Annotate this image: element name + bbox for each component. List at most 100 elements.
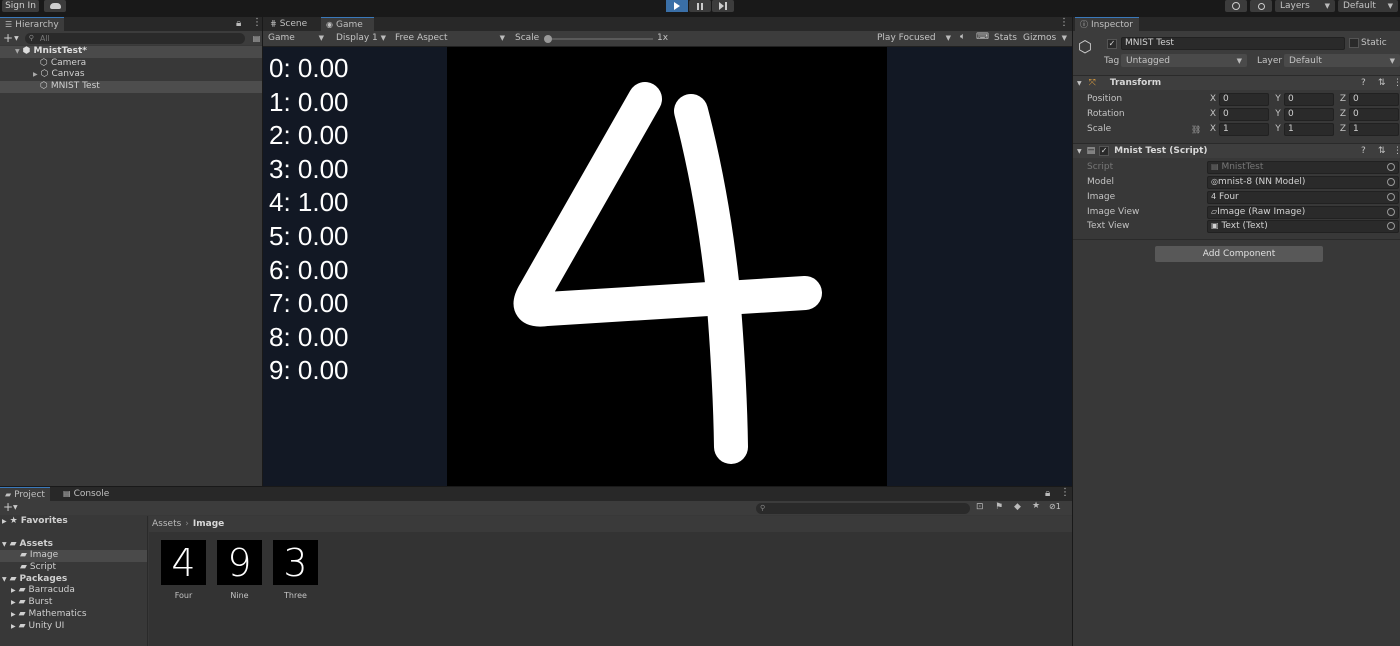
pause-button[interactable] bbox=[689, 0, 711, 12]
search-button[interactable] bbox=[1250, 0, 1272, 12]
layers-dropdown[interactable]: Layers ▼ bbox=[1275, 0, 1335, 12]
add-icon[interactable]: + bbox=[3, 31, 13, 45]
package-item-burst[interactable]: ▶ ▰ Burst bbox=[0, 597, 147, 609]
asset-item[interactable]: 4 Four bbox=[161, 540, 206, 600]
tab-project[interactable]: ▰ Project bbox=[0, 487, 50, 501]
preset-icon[interactable]: ⇅ bbox=[1378, 78, 1386, 88]
folder-item-image[interactable]: ▰ Image bbox=[0, 550, 147, 563]
sign-in-button[interactable]: Sign In bbox=[2, 0, 39, 12]
hierarchy-item-mnist-test[interactable]: ⬡ MNIST Test bbox=[0, 81, 262, 93]
panel-divider[interactable] bbox=[262, 17, 263, 486]
chevron-down-icon[interactable]: ▼ bbox=[13, 504, 18, 511]
panel-divider[interactable] bbox=[1072, 17, 1073, 646]
folder-item-script[interactable]: ▰ Script bbox=[0, 562, 147, 574]
script-component-header[interactable]: ▼ ▤ ✓ Mnist Test (Script) ? ⇅ ⋮ bbox=[1073, 143, 1400, 158]
image-view-field[interactable]: ▱Image (Raw Image) bbox=[1207, 205, 1399, 219]
breadcrumb-assets[interactable]: Assets bbox=[152, 519, 181, 529]
cloud-button[interactable] bbox=[44, 0, 66, 12]
scale-x-field[interactable]: 1 bbox=[1219, 122, 1269, 136]
stats-button[interactable]: Stats bbox=[994, 33, 1017, 43]
gizmos-dropdown[interactable]: Gizmos ▼ bbox=[1018, 32, 1072, 44]
more-icon[interactable]: ⋮ bbox=[1060, 487, 1070, 498]
display-dropdown[interactable]: Display 1 ▼ bbox=[331, 32, 391, 44]
scale-y-field[interactable]: 1 bbox=[1284, 122, 1334, 136]
filter-icon[interactable]: ▤ bbox=[253, 34, 261, 43]
play-focused-dropdown[interactable]: Play Focused ▼ bbox=[872, 32, 956, 44]
more-icon[interactable]: ⋮ bbox=[252, 17, 262, 28]
asset-item[interactable]: 3 Three bbox=[273, 540, 318, 600]
scale-z-field[interactable]: 1 bbox=[1349, 122, 1399, 136]
lock-icon[interactable]: 🔒︎ bbox=[1045, 488, 1050, 499]
more-icon[interactable]: ⋮ bbox=[1393, 146, 1400, 156]
preset-icon[interactable]: ⇅ bbox=[1378, 146, 1386, 156]
step-button[interactable] bbox=[712, 0, 734, 12]
add-icon[interactable]: + bbox=[3, 500, 13, 514]
tab-scene[interactable]: ⋕ Scene bbox=[265, 17, 312, 31]
link-icon[interactable]: ⛓ bbox=[1191, 125, 1207, 134]
favorites-item[interactable]: ▶ ★ Favorites bbox=[0, 516, 147, 528]
package-item-unity-ui[interactable]: ▶ ▰ Unity UI bbox=[0, 621, 147, 633]
project-search-input[interactable]: ⚲ bbox=[756, 503, 970, 514]
packages-item[interactable]: ▼ ▰ Packages bbox=[0, 574, 147, 586]
play-button[interactable] bbox=[666, 0, 688, 12]
help-icon[interactable]: ? bbox=[1361, 78, 1366, 88]
active-checkbox[interactable]: ✓ bbox=[1107, 39, 1117, 49]
asset-item[interactable]: 9 Nine bbox=[217, 540, 262, 600]
layout-dropdown[interactable]: Default ▼ bbox=[1338, 0, 1398, 12]
tab-hierarchy[interactable]: ☰ Hierarchy bbox=[0, 17, 64, 31]
enabled-checkbox[interactable]: ✓ bbox=[1099, 146, 1110, 156]
object-picker-icon[interactable] bbox=[1387, 193, 1395, 202]
aspect-dropdown[interactable]: Free Aspect ▼ bbox=[390, 32, 510, 44]
position-y-field[interactable]: 0 bbox=[1284, 92, 1334, 106]
image-field[interactable]: 4 Four bbox=[1207, 190, 1399, 204]
help-icon[interactable]: ? bbox=[1361, 146, 1366, 156]
chevron-down-icon[interactable]: ▼ bbox=[14, 35, 19, 42]
static-checkbox[interactable] bbox=[1349, 38, 1359, 48]
object-name-field[interactable]: MNIST Test bbox=[1121, 37, 1345, 50]
search-by-label-icon[interactable]: ⚑ bbox=[995, 502, 1003, 512]
position-z-field[interactable]: 0 bbox=[1349, 92, 1399, 106]
game-viewport[interactable]: 0: 0.00 1: 0.00 2: 0.00 3: 0.00 4: 1.00 … bbox=[263, 47, 1072, 486]
slider-handle[interactable] bbox=[544, 35, 552, 43]
transform-header[interactable]: ▼ ⤧ Transform ? ⇅ ⋮ bbox=[1073, 75, 1400, 90]
tag-icon[interactable]: ◆ bbox=[1014, 502, 1021, 512]
scene-item[interactable]: ▼ ⬢ MnistTest* bbox=[0, 46, 262, 58]
package-item-mathematics[interactable]: ▶ ▰ Mathematics bbox=[0, 609, 147, 621]
position-x-field[interactable]: 0 bbox=[1219, 92, 1269, 106]
search-by-type-icon[interactable]: ⊡ bbox=[976, 502, 984, 512]
scale-slider[interactable] bbox=[544, 35, 653, 43]
audio-mute-icon[interactable]: 🔈︎ bbox=[960, 32, 965, 42]
model-field[interactable]: ◎mnist-8 (NN Model) bbox=[1207, 175, 1399, 189]
tab-game[interactable]: ◉ Game bbox=[321, 17, 374, 31]
tag-dropdown[interactable]: Untagged ▼ bbox=[1121, 54, 1247, 67]
rotation-y-field[interactable]: 0 bbox=[1284, 107, 1334, 121]
expand-arrow-icon[interactable]: ▶ bbox=[33, 69, 38, 81]
hierarchy-item-camera[interactable]: ⬡ Camera bbox=[0, 58, 262, 70]
tab-inspector[interactable]: ⓘ Inspector bbox=[1075, 17, 1139, 31]
expand-arrow-icon[interactable]: ▼ bbox=[15, 46, 20, 58]
assets-item[interactable]: ▼ ▰ Assets bbox=[0, 539, 147, 551]
game-mode-dropdown[interactable]: Game ▼ bbox=[263, 32, 329, 44]
hierarchy-item-canvas[interactable]: ▶ ⬡ Canvas bbox=[0, 69, 262, 81]
lock-icon[interactable]: 🔒︎ bbox=[236, 18, 241, 29]
hidden-packages-toggle[interactable]: ⊘ 1 bbox=[1049, 502, 1061, 511]
object-picker-icon[interactable] bbox=[1387, 178, 1395, 187]
rotation-z-field[interactable]: 0 bbox=[1349, 107, 1399, 121]
expand-arrow-icon: ▶ bbox=[11, 610, 16, 618]
object-picker-icon[interactable] bbox=[1387, 208, 1395, 217]
breadcrumb-image[interactable]: Image bbox=[193, 519, 224, 529]
hierarchy-search-input[interactable]: ⚲ All bbox=[24, 32, 245, 44]
star-icon[interactable]: ★ bbox=[1032, 501, 1040, 511]
more-icon[interactable]: ⋮ bbox=[1393, 78, 1400, 88]
more-icon[interactable]: ⋮ bbox=[1059, 17, 1069, 28]
rotation-x-field[interactable]: 0 bbox=[1219, 107, 1269, 121]
text-view-field[interactable]: ▣ Text (Text) bbox=[1207, 219, 1399, 233]
add-component-button[interactable]: Add Component bbox=[1155, 246, 1323, 262]
panel-divider[interactable] bbox=[0, 486, 1072, 487]
package-item-barracuda[interactable]: ▶ ▰ Barracuda bbox=[0, 585, 147, 597]
layer-dropdown[interactable]: Default ▼ bbox=[1284, 54, 1400, 67]
tab-console[interactable]: ▤ Console bbox=[58, 487, 114, 501]
keyboard-icon[interactable]: ⌨ bbox=[976, 32, 989, 42]
object-picker-icon[interactable] bbox=[1387, 222, 1395, 231]
history-button[interactable] bbox=[1225, 0, 1247, 12]
